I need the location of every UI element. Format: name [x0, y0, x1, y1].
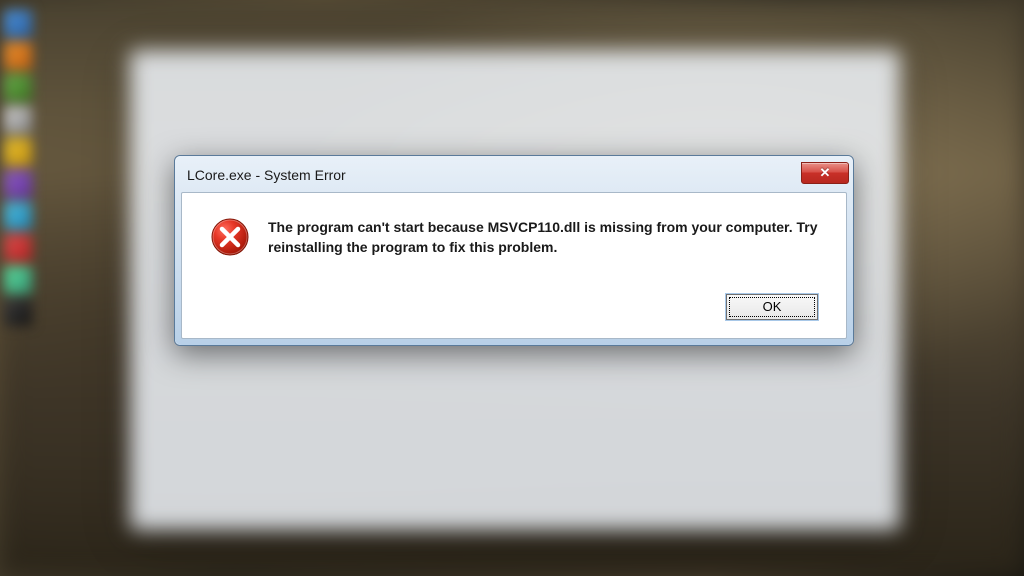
- dialog-title: LCore.exe - System Error: [187, 167, 346, 183]
- error-icon: [210, 217, 250, 257]
- ok-button[interactable]: OK: [726, 294, 818, 320]
- desktop-icon-column: [0, 0, 40, 576]
- dialog-titlebar[interactable]: LCore.exe - System Error ✕: [181, 162, 847, 192]
- desktop-icon: [4, 74, 32, 102]
- dialog-buttons: OK: [210, 294, 818, 320]
- desktop-icon: [4, 202, 32, 230]
- desktop-icon: [4, 106, 32, 134]
- dialog-frame: LCore.exe - System Error ✕: [175, 156, 853, 345]
- error-message: The program can't start because MSVCP110…: [268, 215, 818, 258]
- dialog-body: The program can't start because MSVCP110…: [181, 192, 847, 339]
- desktop-icon: [4, 170, 32, 198]
- desktop-icon: [4, 234, 32, 262]
- close-button[interactable]: ✕: [801, 162, 849, 184]
- desktop-icon: [4, 266, 32, 294]
- dialog-content: The program can't start because MSVCP110…: [210, 215, 818, 258]
- close-icon: ✕: [820, 165, 831, 181]
- desktop-icon: [4, 10, 32, 38]
- error-dialog: LCore.exe - System Error ✕: [174, 155, 854, 346]
- desktop-icon: [4, 138, 32, 166]
- desktop-icon: [4, 298, 32, 326]
- desktop-icon: [4, 42, 32, 70]
